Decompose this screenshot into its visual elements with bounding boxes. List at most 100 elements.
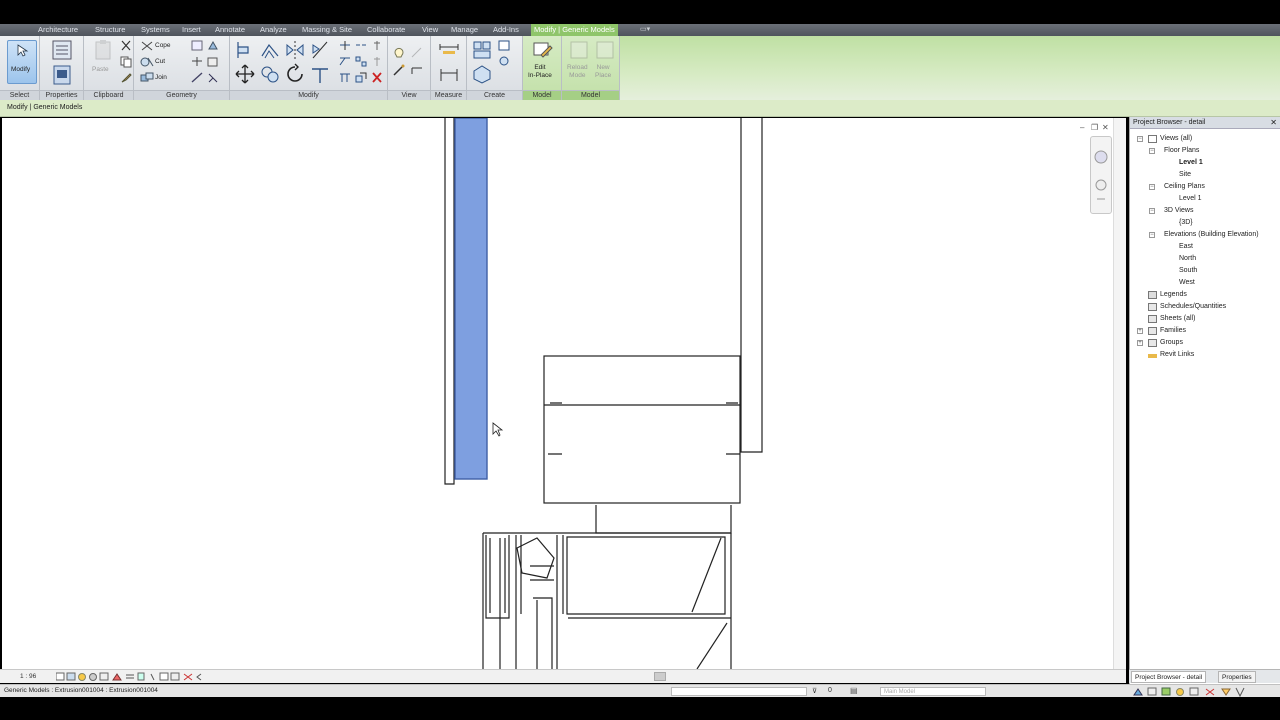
tab-project-browser[interactable]: Project Browser - detail [1131, 671, 1207, 683]
window-close-icon[interactable]: ✕ [1102, 123, 1109, 132]
align-icon[interactable] [234, 39, 256, 61]
tree-item[interactable]: 3D Views [1164, 205, 1193, 217]
measure-icon[interactable] [438, 39, 460, 61]
close-icon[interactable]: ✕ [1270, 118, 1277, 127]
tree-item[interactable]: Groups [1160, 337, 1183, 349]
trim-extend-icon[interactable] [309, 63, 331, 85]
split-gap-icon[interactable] [354, 39, 368, 52]
window-minimize-icon[interactable]: – [1080, 123, 1084, 132]
offset-icon[interactable] [259, 39, 281, 61]
tree-item[interactable]: Revit Links [1160, 349, 1194, 361]
minimize-ribbon-icon[interactable]: ▭▾ [640, 25, 650, 33]
pin-icon[interactable] [370, 39, 384, 52]
tab-insert[interactable]: Insert [182, 24, 201, 36]
tree-item[interactable]: Level 1 [1179, 193, 1202, 205]
tab-modify-generic-models[interactable]: Modify | Generic Models [531, 24, 618, 36]
match-properties-icon[interactable] [119, 71, 133, 84]
paint-icon[interactable] [206, 39, 220, 52]
panel-modify-label[interactable]: Modify [230, 90, 387, 100]
properties-icon[interactable] [51, 64, 73, 86]
tree-item[interactable]: North [1179, 253, 1196, 265]
split-face-icon[interactable] [190, 39, 204, 52]
tree-item[interactable]: Legends [1160, 289, 1187, 301]
tab-analyze[interactable]: Analyze [260, 24, 287, 36]
window-restore-icon[interactable]: ❐ [1091, 123, 1098, 132]
tree-item[interactable]: Level 1 [1179, 157, 1203, 169]
tree-item[interactable]: Families [1160, 325, 1186, 337]
vertical-scrollbar[interactable] [1113, 118, 1126, 669]
rotate-icon[interactable] [284, 63, 306, 85]
floor-plan-drawing[interactable] [2, 118, 1126, 669]
view-scale[interactable]: 1 : 96 [20, 673, 36, 680]
tree-expand-toggle-icon[interactable]: + [1137, 328, 1143, 334]
create-assembly-icon[interactable] [471, 39, 493, 61]
tree-expand-toggle-icon[interactable]: + [1137, 340, 1143, 346]
cut-geometry-icon[interactable] [140, 55, 154, 68]
wall-joins-icon[interactable] [190, 55, 204, 68]
create-parts-icon[interactable] [471, 63, 493, 85]
tab-properties[interactable]: Properties [1218, 671, 1256, 683]
tab-manage[interactable]: Manage [451, 24, 478, 36]
cope-icon[interactable] [140, 39, 154, 52]
cut-icon[interactable] [119, 39, 133, 52]
tree-expand-toggle-icon[interactable]: − [1149, 232, 1155, 238]
tab-view[interactable]: View [422, 24, 438, 36]
copy-element-icon[interactable] [259, 63, 281, 85]
tab-systems[interactable]: Systems [141, 24, 170, 36]
pick-icon[interactable] [206, 71, 220, 84]
panel-clipboard-label[interactable]: Clipboard [84, 90, 133, 100]
tab-structure[interactable]: Structure [95, 24, 125, 36]
panel-model-label[interactable]: Model [523, 90, 561, 100]
tree-expand-toggle-icon[interactable]: − [1149, 184, 1155, 190]
panel-select-label[interactable]: Select [0, 90, 39, 100]
navigation-bar[interactable] [1090, 136, 1112, 214]
temporary-dimension-icon[interactable] [410, 64, 424, 77]
tab-annotate[interactable]: Annotate [215, 24, 245, 36]
tree-item[interactable]: South [1179, 265, 1197, 277]
paste-icon[interactable] [92, 39, 114, 61]
tree-item[interactable]: {3D} [1179, 217, 1193, 229]
tree-item[interactable]: Elevations (Building Elevation) [1164, 229, 1259, 241]
tree-item[interactable]: Floor Plans [1164, 145, 1199, 157]
horizontal-scroll-thumb[interactable] [654, 672, 666, 681]
type-properties-icon[interactable] [51, 39, 73, 61]
panel-create-label[interactable]: Create [467, 90, 522, 100]
tree-item[interactable]: East [1179, 241, 1193, 253]
tree-expand-toggle-icon[interactable]: − [1137, 136, 1143, 142]
override-graphics-icon[interactable] [410, 46, 424, 59]
edit-in-place-label[interactable]: Edit In-Place [528, 64, 552, 80]
workset-selector[interactable] [671, 687, 807, 696]
copy-icon[interactable] [119, 55, 133, 68]
new-place-icon[interactable] [594, 39, 616, 61]
trim-single-icon[interactable] [338, 55, 352, 68]
array-icon[interactable] [354, 55, 368, 68]
linework-icon[interactable] [190, 71, 204, 84]
tab-collaborate[interactable]: Collaborate [367, 24, 405, 36]
tree-item[interactable]: Schedules/Quantities [1160, 301, 1226, 313]
selection-toggles-icon[interactable] [1132, 687, 1252, 697]
trim-multiple-icon[interactable] [338, 71, 352, 84]
create-group-icon[interactable] [497, 39, 511, 52]
design-option-selector[interactable]: Main Model [880, 687, 986, 696]
aligned-dimension-icon[interactable] [438, 63, 460, 85]
steering-wheel-icon[interactable] [1091, 137, 1111, 213]
tab-massing-site[interactable]: Massing & Site [302, 24, 352, 36]
panel-view-label[interactable]: View [388, 90, 430, 100]
tree-item[interactable]: Sheets (all) [1160, 313, 1195, 325]
demolish-icon[interactable] [206, 55, 220, 68]
tree-item[interactable]: Site [1179, 169, 1191, 181]
split-element-icon[interactable] [338, 39, 352, 52]
panel-model-2-label[interactable]: Model [562, 90, 619, 100]
design-options-icon[interactable]: ▤ [850, 686, 858, 695]
linework-view-icon[interactable] [392, 64, 406, 77]
scale-icon[interactable] [354, 71, 368, 84]
drawing-canvas[interactable] [2, 118, 1126, 669]
create-similar-icon[interactable] [497, 55, 511, 68]
edit-in-place-icon[interactable] [531, 39, 553, 61]
panel-measure-label[interactable]: Measure [431, 90, 466, 100]
tree-expand-toggle-icon[interactable]: − [1149, 208, 1155, 214]
tree-item[interactable]: Ceiling Plans [1164, 181, 1205, 193]
hide-in-view-icon[interactable] [392, 46, 406, 59]
mirror-pick-axis-icon[interactable] [284, 39, 306, 61]
unpin-icon[interactable] [370, 55, 384, 68]
